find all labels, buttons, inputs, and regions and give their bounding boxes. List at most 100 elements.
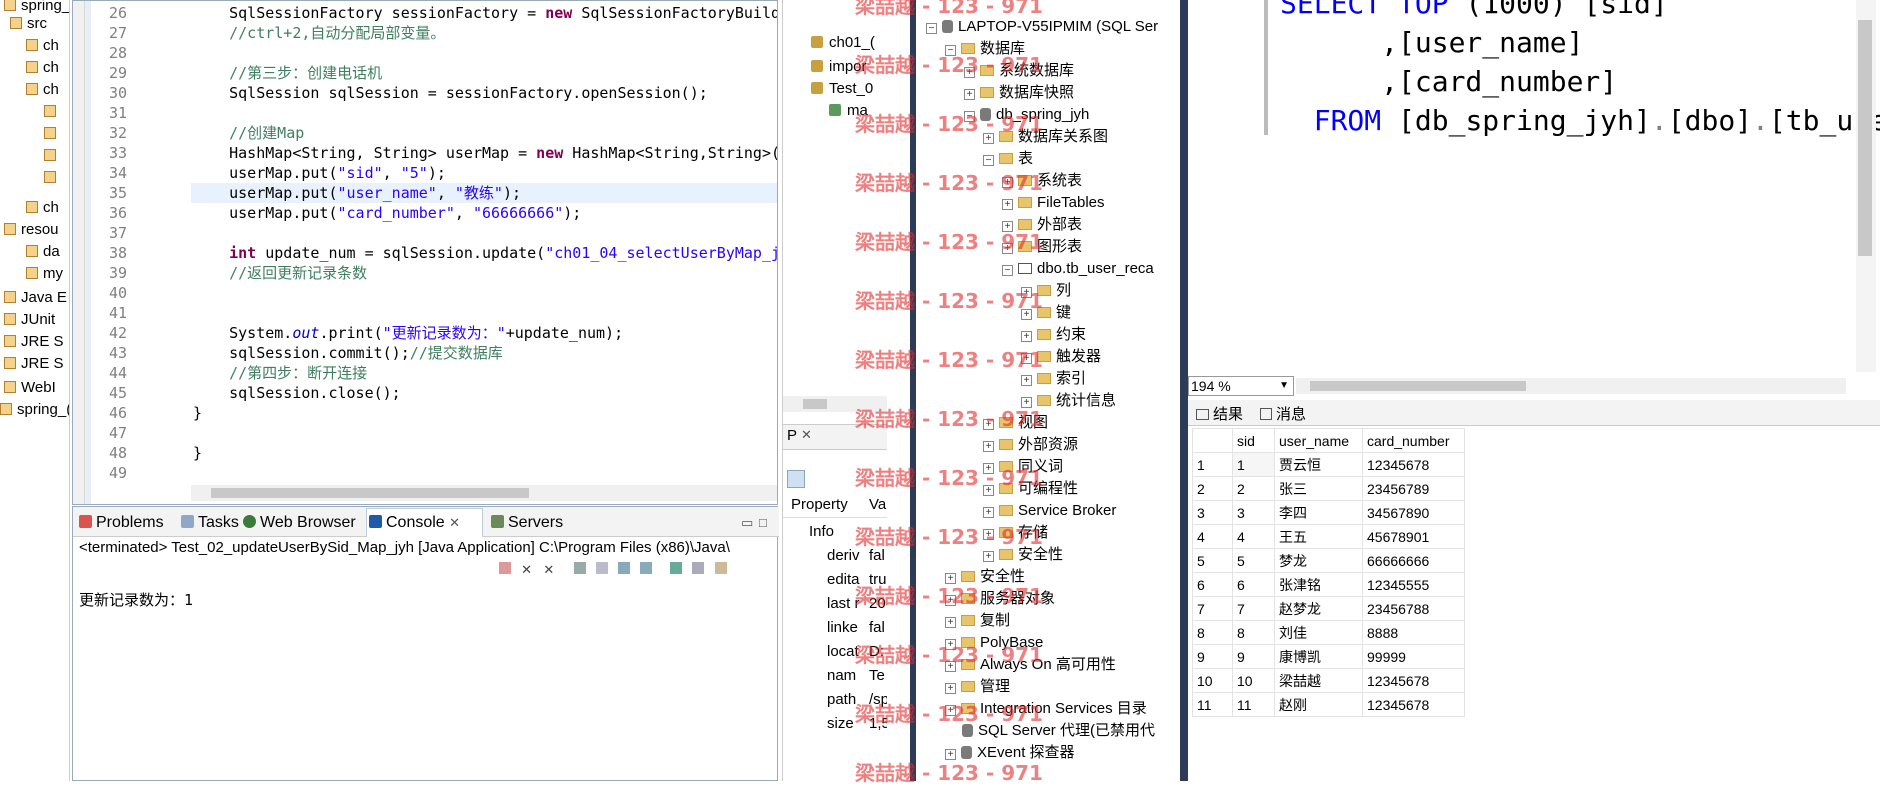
sql-line[interactable]: ,[card_number]	[1280, 62, 1617, 102]
expand-icon[interactable]: +	[945, 595, 956, 606]
tree-node[interactable]: + 系统表	[1002, 170, 1082, 192]
expand-icon[interactable]: +	[1002, 199, 1013, 210]
grid-cell[interactable]: 12345678	[1362, 692, 1465, 717]
code-line[interactable]: //第四步：断开连接	[193, 363, 367, 383]
expand-icon[interactable]: +	[964, 67, 975, 78]
java-editor[interactable]: 26 SqlSessionFactory sessionFactory = ne…	[72, 0, 778, 505]
grid-cell[interactable]: 23456789	[1362, 476, 1465, 501]
package-item[interactable]: ch	[26, 78, 59, 102]
expand-icon[interactable]: +	[1002, 243, 1013, 254]
column-header[interactable]: sid	[1232, 428, 1275, 453]
grid-cell[interactable]: 6	[1232, 572, 1275, 597]
table-row[interactable]: 6 6 张津铭 12345555	[1192, 572, 1465, 597]
grid-cell[interactable]: 10	[1232, 668, 1275, 693]
expand-icon[interactable]: +	[1021, 331, 1032, 342]
package-item[interactable]: resou	[4, 218, 59, 242]
sql-line[interactable]: SELECT TOP (1000) [sid]	[1280, 0, 1668, 24]
table-row[interactable]: 9 9 康博凯 99999	[1192, 644, 1465, 669]
grid-cell[interactable]: 刘佳	[1274, 620, 1363, 645]
tree-node[interactable]: + FileTables	[1002, 192, 1105, 214]
tree-node[interactable]: + 约束	[1021, 324, 1086, 346]
table-row[interactable]: 2 2 张三 23456789	[1192, 476, 1465, 501]
terminate-icon[interactable]	[499, 562, 511, 574]
editor-horizontal-scroll-thumb[interactable]	[211, 488, 529, 498]
table-row[interactable]: 10 10 梁喆越 12345678	[1192, 668, 1465, 693]
grid-cell[interactable]: 34567890	[1362, 500, 1465, 525]
expand-icon[interactable]: +	[945, 749, 956, 760]
tree-node[interactable]: + 索引	[1021, 368, 1086, 390]
minimize-icon[interactable]: ▭	[741, 512, 753, 534]
grid-cell[interactable]: 5	[1232, 548, 1275, 573]
column-header[interactable]: user_name	[1274, 428, 1363, 453]
package-item[interactable]	[44, 100, 61, 124]
code-line[interactable]: }	[193, 403, 202, 423]
expand-icon[interactable]: +	[1021, 353, 1032, 364]
expand-icon[interactable]: +	[983, 419, 994, 430]
property-row[interactable]: size 1,5	[783, 712, 887, 736]
tree-node[interactable]: + 存储	[983, 522, 1048, 544]
code-line[interactable]: userMap.put("sid", "5");	[193, 163, 446, 183]
tree-node[interactable]: + 数据库快照	[964, 82, 1074, 104]
tab-servers[interactable]: Servers	[491, 512, 563, 534]
tree-node[interactable]: − 表	[983, 148, 1033, 170]
grid-cell[interactable]: 12345678	[1362, 668, 1465, 693]
code-line[interactable]: //创建Map	[193, 123, 304, 143]
grid-cell[interactable]: 4	[1232, 524, 1275, 549]
tree-node[interactable]: + 数据库关系图	[983, 126, 1108, 148]
table-row[interactable]: 4 4 王五 45678901	[1192, 524, 1465, 549]
package-item[interactable]: Java E	[4, 286, 67, 310]
expand-icon[interactable]: +	[983, 551, 994, 562]
expand-icon[interactable]: +	[1021, 375, 1032, 386]
code-line[interactable]: //返回更新记录条数	[193, 263, 367, 283]
outline-item[interactable]: Test_0	[811, 78, 873, 100]
tab-properties[interactable]: P	[787, 427, 797, 444]
expand-icon[interactable]: +	[945, 683, 956, 694]
show-stdout-icon[interactable]	[617, 562, 630, 574]
code-line[interactable]: SqlSessionFactory sessionFactory = new S…	[193, 3, 777, 23]
tree-node[interactable]: − LAPTOP-V55IPMIM (SQL Ser	[926, 16, 1158, 38]
code-line[interactable]: sqlSession.commit();//提交数据库	[193, 343, 503, 363]
outline-scroll-thumb[interactable]	[803, 399, 827, 409]
grid-cell[interactable]: 赵梦龙	[1274, 596, 1363, 621]
property-row[interactable]: nam Te	[783, 664, 887, 688]
tab-tasks[interactable]: Tasks	[181, 512, 239, 534]
expand-icon[interactable]: +	[945, 617, 956, 628]
tree-view-icon[interactable]	[787, 470, 805, 488]
outline-item[interactable]: ma	[829, 100, 868, 122]
collapse-icon[interactable]: −	[964, 111, 975, 122]
tree-node[interactable]: + 视图	[983, 412, 1048, 434]
property-row[interactable]: deriv fal	[783, 544, 887, 568]
tab-results[interactable]: 结果	[1196, 403, 1243, 424]
close-icon[interactable]: ✕	[801, 427, 812, 443]
expand-icon[interactable]: +	[1002, 177, 1013, 188]
open-console-icon[interactable]	[714, 562, 727, 574]
tree-node[interactable]: + 复制	[945, 610, 1010, 632]
property-row[interactable]: last r 20	[783, 592, 887, 616]
grid-cell[interactable]: 梦龙	[1274, 548, 1363, 573]
package-item[interactable]	[44, 166, 61, 190]
tab-messages[interactable]: 消息	[1260, 403, 1306, 424]
package-item[interactable]	[44, 144, 61, 168]
expand-icon[interactable]: +	[1021, 397, 1032, 408]
grid-cell[interactable]: 康博凯	[1274, 644, 1363, 669]
table-row[interactable]: 11 11 赵刚 12345678	[1192, 692, 1465, 717]
results-grid[interactable]: sid user_name card_number 1 1 贾云恒 12345678 2…	[1192, 428, 1465, 717]
package-item[interactable]: WebI	[4, 376, 56, 400]
code-line[interactable]: userMap.put("card_number", "66666666");	[193, 203, 581, 223]
close-icon[interactable]: ✕	[449, 515, 460, 530]
grid-cell[interactable]: 99999	[1362, 644, 1465, 669]
package-item[interactable]: my	[26, 262, 63, 286]
grid-cell[interactable]: 23456788	[1362, 596, 1465, 621]
expand-icon[interactable]: +	[1021, 309, 1032, 320]
package-item[interactable]: JRE S	[4, 330, 64, 354]
maximize-icon[interactable]: □	[759, 512, 767, 534]
grid-cell[interactable]: 1	[1232, 452, 1275, 477]
expand-icon[interactable]: +	[983, 463, 994, 474]
expand-icon[interactable]: +	[945, 639, 956, 650]
expand-icon[interactable]: +	[983, 529, 994, 540]
package-item[interactable]: ch	[26, 34, 59, 58]
expand-icon[interactable]: +	[983, 133, 994, 144]
remove-launch-icon[interactable]: ✕	[521, 562, 533, 577]
tree-node[interactable]: + 服务器对象	[945, 588, 1055, 610]
expand-icon[interactable]: +	[983, 507, 994, 518]
